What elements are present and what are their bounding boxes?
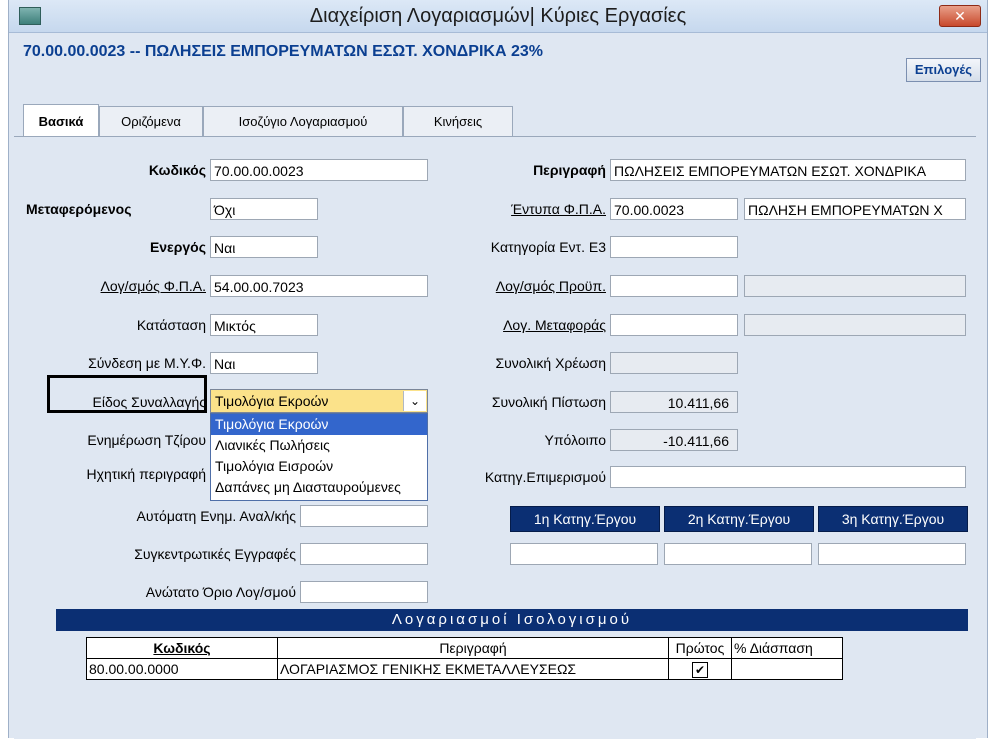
transfer-account-field[interactable] (610, 314, 738, 336)
auto-update-field[interactable] (300, 505, 428, 527)
myf-link-field[interactable]: Ναι (210, 352, 318, 374)
description-field[interactable]: ΠΩΛΗΣΕΙΣ ΕΜΠΟΡΕΥΜΑΤΩΝ ΕΣΩΤ. ΧΟΝΔΡΙΚΑ (610, 159, 966, 181)
dropdown-option[interactable]: Τιμολόγια Εισροών (211, 456, 427, 477)
total-credit-label: Συνολική Πίστωση (491, 394, 606, 410)
column-header-description[interactable]: Περιγραφή (277, 637, 669, 659)
project-category-1-field[interactable] (510, 543, 658, 565)
budget-account-link[interactable]: Λογ/σμός Προϋπ. (440, 278, 606, 294)
project-category-1-button[interactable]: 1η Κατηγ.Έργου (510, 506, 660, 532)
allocation-category-field[interactable] (610, 466, 966, 488)
description-label: Περιγραφή (533, 162, 606, 178)
project-category-2-button[interactable]: 2η Κατηγ.Έργου (664, 506, 814, 532)
budget-account-field[interactable] (610, 275, 738, 297)
vat-account-link[interactable]: Λογ/σμός Φ.Π.Α. (40, 278, 206, 294)
vat-forms-code-field[interactable]: 70.00.0023 (610, 198, 738, 220)
total-debit-label: Συνολική Χρέωση (495, 355, 606, 371)
column-header-split[interactable]: % Διάσπαση (731, 637, 843, 659)
transferred-field[interactable]: Όχι (210, 198, 318, 220)
row-first[interactable]: ✔ (668, 658, 732, 680)
checkbox-checked-icon[interactable]: ✔ (692, 661, 708, 678)
transfer-account-link[interactable]: Λογ. Μεταφοράς (440, 317, 606, 333)
code-field[interactable]: 70.00.00.0023 (210, 159, 428, 181)
max-limit-label: Ανώτατο Όριο Λογ/σμού (145, 584, 296, 600)
ledger-table: Κωδικός Περιγραφή Πρώτος % Διάσπαση 80.0… (86, 637, 843, 680)
auto-update-label: Αυτόματη Ενημ. Αναλ/κής (136, 508, 296, 524)
summary-entries-label: Συγκεντρωτικές Εγγραφές (134, 546, 296, 562)
tab-trial-balance[interactable]: Ισοζύγιο Λογαριασμού (203, 106, 403, 137)
account-header: 70.00.00.0023 -- ΠΩΛΗΣΕΙΣ ΕΜΠΟΡΕΥΜΑΤΩΝ Ε… (9, 33, 987, 73)
project-category-2-field[interactable] (664, 543, 812, 565)
dropdown-option[interactable]: Δαπάνες μη Διασταυρούμενες (211, 477, 427, 498)
allocation-category-label: Κατηγ.Επιμερισμού (484, 469, 606, 485)
chevron-down-icon[interactable]: ⌄ (403, 391, 426, 411)
row-description[interactable]: ΛΟΓΑΡΙΑΣΜΟΣ ΓΕΝΙΚΗΣ ΕΚΜΕΤΑΛΛΕΥΣΕΩΣ (277, 658, 669, 680)
title-bar: Διαχείριση Λογαριασμών| Κύριες Εργασίες … (9, 0, 987, 33)
balance-field: -10.411,66 (610, 429, 738, 451)
account-title: 70.00.00.0023 -- ΠΩΛΗΣΕΙΣ ΕΜΠΟΡΕΥΜΑΤΩΝ Ε… (23, 43, 543, 60)
audio-description-label: Ηχητική περιγραφή (86, 466, 206, 482)
transaction-type-combo[interactable]: Τιμολόγια Εκροών ⌄ (210, 389, 428, 413)
status-field[interactable]: Μικτός (210, 314, 318, 336)
project-category-3-field[interactable] (818, 543, 966, 565)
transaction-type-value: Τιμολόγια Εκροών (215, 393, 329, 409)
turnover-update-label: Ενημέρωση Τζίρου (87, 432, 206, 448)
summary-entries-field[interactable] (300, 543, 428, 565)
vat-account-field[interactable]: 54.00.00.7023 (210, 275, 428, 297)
active-label: Ενεργός (149, 239, 206, 255)
transfer-account-name-field (744, 314, 966, 336)
row-code[interactable]: 80.00.00.0000 (86, 658, 278, 680)
tab-movements[interactable]: Κινήσεις (403, 106, 513, 137)
close-button[interactable]: ✕ (939, 5, 981, 27)
tab-custom[interactable]: Οριζόμενα (99, 106, 203, 137)
ledger-accounts-grid: Κωδικός Περιγραφή Πρώτος % Διάσπαση 80.0… (56, 631, 968, 738)
tab-basic[interactable]: Βασικά (23, 104, 99, 136)
row-split[interactable] (731, 658, 843, 680)
table-row[interactable]: 80.00.00.0000 ΛΟΓΑΡΙΑΣΜΟΣ ΓΕΝΙΚΗΣ ΕΚΜΕΤΑ… (86, 658, 843, 680)
e3-category-field[interactable] (610, 236, 738, 258)
e3-category-label: Κατηγορία Εντ. Ε3 (490, 239, 606, 255)
window-title: Διαχείριση Λογαριασμών| Κύριες Εργασίες (309, 5, 687, 27)
total-credit-field: 10.411,66 (610, 391, 738, 413)
options-button[interactable]: Επιλογές (905, 58, 981, 82)
ledger-accounts-header: Λογαριασμοί Ισολογισμού (56, 609, 968, 631)
active-field[interactable]: Ναι (210, 236, 318, 258)
project-category-3-button[interactable]: 3η Κατηγ.Έργου (818, 506, 968, 532)
budget-account-name-field (744, 275, 966, 297)
column-header-first[interactable]: Πρώτος (668, 637, 732, 659)
code-label: Κωδικός (148, 162, 206, 178)
total-debit-field (610, 352, 738, 374)
myf-link-label: Σύνδεση με Μ.Υ.Φ. (88, 355, 206, 371)
status-label: Κατάσταση (136, 317, 206, 333)
column-header-code[interactable]: Κωδικός (86, 637, 278, 659)
dropdown-option[interactable]: Λιανικές Πωλήσεις (211, 435, 427, 456)
dropdown-option[interactable]: Τιμολόγια Εκροών (211, 414, 427, 435)
vat-forms-name-field[interactable]: ΠΩΛΗΣΗ ΕΜΠΟΡΕΥΜΑΤΩΝ Χ (744, 198, 966, 220)
transferred-label: Μεταφερόμενος (26, 201, 132, 217)
transaction-type-dropdown: Τιμολόγια Εκροών Λιανικές Πωλήσεις Τιμολ… (210, 413, 428, 501)
max-limit-field[interactable] (300, 581, 428, 603)
balance-label: Υπόλοιπο (544, 432, 606, 448)
transaction-type-label: Είδος Συναλλαγής (92, 394, 206, 410)
vat-forms-link[interactable]: Έντυπα Φ.Π.Α. (450, 201, 606, 217)
